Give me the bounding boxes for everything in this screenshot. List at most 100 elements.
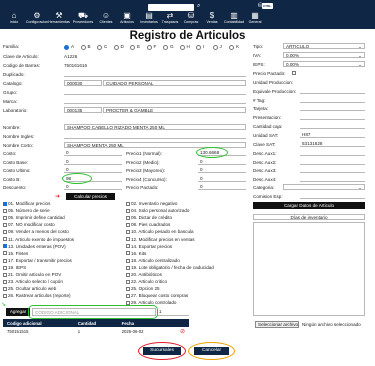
descuento-field[interactable]: 0 (64, 184, 122, 190)
cantidad-caja-field[interactable] (300, 123, 365, 129)
familia-radio-j[interactable] (212, 45, 218, 50)
nombre-field[interactable]: SHAMPOO CABELLO RIZADO MENTA 250 ML (64, 124, 246, 130)
desc-aux4-field[interactable] (300, 176, 365, 182)
delete-icon[interactable]: ⊘ (180, 329, 185, 335)
flag-checkbox[interactable] (3, 286, 7, 291)
flag-checkbox[interactable] (126, 201, 130, 206)
costo-ultimo-field[interactable]: 0 (64, 167, 122, 173)
nav-item-herramientas[interactable]: ⚒ Herramientas (47, 11, 71, 25)
flag-checkbox[interactable] (3, 230, 7, 235)
familia-radio-h[interactable] (179, 45, 185, 50)
precio2-field[interactable]: 0 (198, 159, 246, 165)
flag-checkbox[interactable] (126, 215, 130, 220)
flag-item[interactable]: 14. Exportar precios (126, 244, 172, 249)
costo-field[interactable]: 0 (64, 150, 122, 156)
flag-item[interactable]: 25. Ocultar articulo web (3, 286, 56, 291)
flag-item[interactable]: 19. Lote obligatorio / fecha de caducida… (126, 265, 214, 270)
calcular-precios-button[interactable]: Calcular precios (66, 193, 115, 200)
costo-base-field[interactable]: 0 (64, 159, 122, 165)
familia-radio-b[interactable] (80, 45, 86, 50)
flag-item[interactable]: 08. Pies cuadrados (126, 222, 170, 227)
flag-checkbox[interactable] (126, 272, 130, 277)
nav-item-general[interactable]: ▦ General (243, 11, 267, 25)
precio-pactado-field[interactable]: 0 (198, 184, 246, 190)
catalogo-name-field[interactable]: CUIDADO PERSONAL (103, 80, 246, 86)
desc-aux2-field[interactable] (300, 159, 365, 165)
nombre-ingles-field[interactable] (64, 133, 246, 139)
familia-radio-i[interactable] (196, 45, 201, 50)
nav-item-articulos[interactable]: ▣ Articulos (115, 11, 139, 25)
cargar-datos-button[interactable]: Cargar Datos de Articulo (253, 202, 365, 209)
familia-radio-d[interactable] (113, 45, 119, 50)
flag-item[interactable]: 09. Vender a menos del costo (3, 229, 69, 234)
flag-checkbox[interactable] (126, 208, 130, 213)
tipo-select[interactable]: ARTICULO ⌄ (283, 43, 365, 49)
search-icon[interactable]: ⌕ (197, 3, 200, 10)
flag-checkbox[interactable] (3, 201, 7, 206)
flag-item[interactable]: 06. Dictar de crédito (126, 215, 172, 220)
precio4-field[interactable]: 0 (198, 176, 246, 182)
grupo-field[interactable] (64, 89, 246, 95)
flag-checkbox[interactable] (126, 279, 130, 284)
flag-checkbox[interactable] (126, 294, 130, 299)
desc-aux3-field[interactable] (300, 167, 365, 173)
familia-radio-c[interactable] (97, 45, 102, 50)
flag-item[interactable]: 05. Imprimir define cantidad (3, 215, 65, 220)
flag-checkbox[interactable] (126, 230, 130, 235)
flag-item[interactable]: 11. Articulo exento de impuestos (3, 237, 74, 242)
tarjeta-field[interactable] (300, 105, 365, 111)
user-badge[interactable]: CTRL-1.5 (262, 3, 273, 14)
flag-checkbox[interactable] (3, 294, 7, 299)
flag-item[interactable]: 23. Articulo selecto / cupón (3, 279, 63, 284)
flag-checkbox[interactable] (126, 223, 130, 228)
nav-item-ventas[interactable]: $ Ventas (200, 11, 224, 25)
flag-item[interactable]: 12. Modificar precios en ventas (126, 237, 195, 242)
unidad-sat-field[interactable]: H87 (300, 132, 365, 138)
familia-radio-f[interactable] (146, 45, 152, 50)
equivale-produccion-field[interactable] (300, 88, 365, 94)
ieps-select[interactable]: 0.00% ⌄ (283, 61, 365, 67)
catalogo-code-field[interactable]: 000030 (64, 80, 102, 86)
flag-item[interactable]: 05. Número de serie (3, 208, 50, 213)
familia-radio-a[interactable] (64, 45, 69, 50)
precio-pactado-checkbox[interactable] (292, 71, 296, 75)
flag-checkbox[interactable] (3, 208, 7, 213)
flag-item[interactable]: 25. Opcion 25 (126, 286, 160, 291)
flag-item[interactable]: 04. Solo personal autorizado (126, 208, 189, 213)
nav-item-configuracion[interactable]: ⚙ Configuracion (25, 11, 49, 25)
search-input[interactable] (148, 4, 194, 11)
flag-checkbox[interactable] (3, 272, 7, 277)
cantidad-input[interactable]: 1 (157, 308, 189, 316)
laboratorio-name-field[interactable]: PROCTER & GAMBLE (103, 107, 246, 113)
flag-checkbox[interactable] (126, 251, 130, 256)
flag-item[interactable]: 01. Modificar precios (3, 201, 50, 206)
flag-checkbox[interactable] (3, 237, 7, 242)
flag-item[interactable]: 13. Unidades enteras (POV) (3, 244, 66, 249)
flag-item[interactable]: 17. Exportar / transmitir precios (3, 258, 72, 263)
flag-checkbox[interactable] (3, 279, 7, 284)
precio3-field[interactable]: 0 (198, 167, 246, 173)
seleccionar-archivo-button[interactable]: Seleccionar archivo (255, 321, 299, 328)
flag-item[interactable]: 26. Rastrear articulos (reporte) (3, 293, 71, 298)
clave-sat-field[interactable]: 53131628 (300, 141, 365, 147)
flag-item[interactable]: 27. Bloquear costo compras (126, 293, 188, 298)
flag-item[interactable]: 20. Antibióticos (126, 272, 162, 277)
familia-radio-k[interactable] (229, 45, 234, 50)
flag-checkbox[interactable] (3, 251, 7, 256)
flag-checkbox[interactable] (126, 258, 130, 263)
flag-item[interactable]: 10. Articulo pesado en bascula (126, 229, 194, 234)
duplicado-field[interactable] (64, 71, 246, 77)
nav-item-inicio[interactable]: ⌂ Inicio (2, 11, 26, 25)
flag-checkbox[interactable] (126, 237, 130, 242)
flag-checkbox[interactable] (126, 244, 130, 249)
familia-radio-g[interactable] (163, 45, 168, 50)
marca-field[interactable] (64, 98, 246, 104)
flag-checkbox[interactable] (3, 258, 7, 263)
flag-item[interactable]: 19. IEPS (3, 265, 26, 270)
flag-item[interactable]: 15. Fletes (3, 251, 28, 256)
flag-item[interactable]: 22. Articulo critico (126, 279, 167, 284)
flag-item[interactable]: 21. Omitir articulo en POV (3, 272, 61, 277)
tag-field[interactable] (300, 97, 365, 103)
presentacion-field[interactable] (300, 114, 365, 120)
flag-checkbox[interactable] (3, 223, 7, 228)
